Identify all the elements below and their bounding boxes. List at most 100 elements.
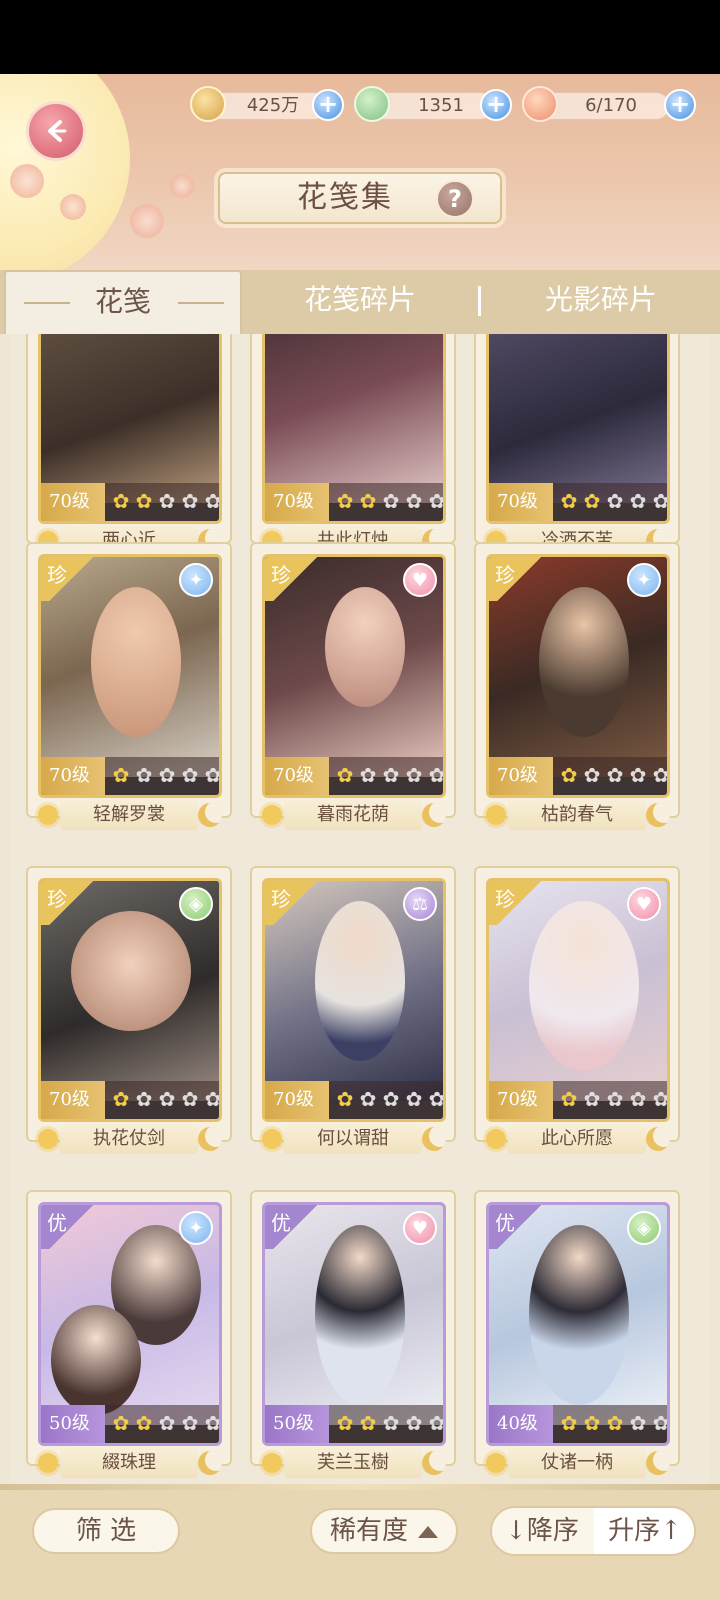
card-tile[interactable]: 珍 ✦ 70级 ✿ ✿ ✿ ✿ ✿ 轻解罗裳	[26, 542, 232, 830]
star-icon: ✿	[336, 763, 354, 787]
star-icon: ✿	[135, 489, 153, 513]
heart-attribute-icon: ♥	[403, 563, 437, 597]
descending-button[interactable]: ↓降序	[492, 1508, 592, 1554]
star-rating: ✿ ✿ ✿ ✿ ✿	[335, 763, 443, 787]
jade-icon	[354, 86, 390, 122]
card-tile[interactable]: 优 ♥ 50级 ✿ ✿ ✿ ✿ ✿ 芙兰玉樹	[250, 1190, 456, 1478]
star-icon: ✿	[204, 1411, 222, 1435]
star-icon: ✿	[158, 1087, 176, 1111]
card-name: 执花仗剑	[60, 1124, 198, 1154]
sun-icon	[38, 1453, 58, 1473]
title-banner: 花笺集 ?	[218, 172, 502, 224]
card-level: 70级	[265, 1081, 329, 1119]
card-tile[interactable]: 珍 ♥ 70级 ✿ ✿ ✿ ✿ ✿ 此心所愿	[474, 866, 680, 1154]
star-icon: ✿	[181, 763, 199, 787]
blossom-decoration	[130, 204, 164, 238]
card-level: 70级	[489, 483, 553, 521]
star-icon: ✿	[112, 1087, 130, 1111]
rarity-label: 珍	[47, 887, 67, 911]
card-art-frame: 珍 ✦ 70级 ✿ ✿ ✿ ✿ ✿	[486, 554, 670, 798]
star-rating: ✿ ✿ ✿ ✿ ✿	[335, 1089, 443, 1111]
blossom-decoration	[60, 194, 86, 220]
star-rating: ✿ ✿ ✿ ✿ ✿	[559, 763, 667, 787]
star-icon: ✿	[405, 489, 423, 513]
star-icon: ✿	[583, 489, 601, 513]
star-icon: ✿	[158, 763, 176, 787]
bun-stamina-icon	[522, 86, 558, 122]
star-icon: ✿	[560, 1087, 578, 1111]
card-name: 此心所愿	[508, 1124, 646, 1154]
star-icon: ✿	[583, 763, 601, 787]
tab-flower-cards[interactable]: 花笺	[4, 270, 242, 334]
moon-icon	[422, 1451, 446, 1475]
tab-label: 花笺	[94, 285, 151, 318]
star-icon: ✿	[606, 763, 624, 787]
tab-light-fragments[interactable]: 光影碎片	[482, 270, 720, 334]
add-jade-button[interactable]: +	[480, 89, 512, 121]
water-attribute-icon: ✦	[627, 563, 661, 597]
star-icon: ✿	[112, 763, 130, 787]
card-name: 仗诸一柄	[508, 1448, 646, 1478]
tab-card-fragments[interactable]: 花笺碎片	[244, 270, 476, 334]
add-stamina-button[interactable]: +	[664, 89, 696, 121]
sun-icon	[262, 1129, 282, 1149]
card-tile[interactable]: 70级 ✿ ✿ ✿ ✿ ✿ 两心近	[26, 334, 232, 556]
moon-icon	[646, 1451, 670, 1475]
moon-icon	[646, 1127, 670, 1151]
star-icon: ✿	[382, 1411, 400, 1435]
triangle-up-icon	[418, 1526, 438, 1538]
ascending-button[interactable]: 升序↑	[594, 1508, 694, 1554]
star-icon: ✿	[359, 1411, 377, 1435]
star-icon: ✿	[135, 763, 153, 787]
sun-icon	[262, 1453, 282, 1473]
star-icon: ✿	[405, 763, 423, 787]
card-tile[interactable]: 珍 ⚖ 70级 ✿ ✿ ✿ ✿ ✿ 何以谓甜	[250, 866, 456, 1154]
rarity-label: 珍	[271, 563, 291, 587]
card-tile[interactable]: 优 ◈ 40级 ✿ ✿ ✿ ✿ ✿ 仗诸一柄	[474, 1190, 680, 1478]
star-icon: ✿	[336, 1411, 354, 1435]
card-name: 何以谓甜	[284, 1124, 422, 1154]
filter-button[interactable]: 筛 选	[32, 1508, 180, 1554]
rarity-label: 优	[47, 1211, 67, 1235]
moon-icon	[198, 1451, 222, 1475]
sun-icon	[486, 1129, 506, 1149]
card-level: 70级	[41, 483, 105, 521]
star-icon: ✿	[181, 489, 199, 513]
star-icon: ✿	[336, 489, 354, 513]
card-art-frame: 珍 ◈ 70级 ✿ ✿ ✿ ✿ ✿	[38, 878, 222, 1122]
star-icon: ✿	[204, 489, 222, 513]
card-tile[interactable]: 珍 ♥ 70级 ✿ ✿ ✿ ✿ ✿ 暮雨花荫	[250, 542, 456, 830]
add-coins-button[interactable]: +	[312, 89, 344, 121]
star-icon: ✿	[405, 1411, 423, 1435]
card-level: 50级	[265, 1405, 329, 1443]
page-title: 花笺集	[297, 180, 393, 215]
sort-order-toggle: ↓降序 升序↑	[490, 1506, 696, 1556]
back-button[interactable]	[26, 101, 86, 161]
star-icon: ✿	[382, 763, 400, 787]
rarity-label: 优	[271, 1211, 291, 1235]
star-icon: ✿	[606, 489, 624, 513]
rarity-label: 珍	[47, 563, 67, 587]
card-tile[interactable]: 70级 ✿ ✿ ✿ ✿ ✿ 共此灯烛	[250, 334, 456, 556]
star-rating: ✿ ✿ ✿ ✿ ✿	[111, 1087, 219, 1111]
star-icon: ✿	[583, 1411, 601, 1435]
sun-icon	[486, 1453, 506, 1473]
card-name: 轻解罗裳	[60, 800, 198, 830]
back-arrow-icon	[48, 120, 67, 142]
moon-icon	[198, 803, 222, 827]
help-button[interactable]: ?	[436, 180, 474, 218]
rarity-sort-button[interactable]: 稀有度	[310, 1508, 458, 1554]
tab-bar: 花笺 花笺碎片 光影碎片	[0, 270, 720, 334]
tab-ornament	[178, 302, 224, 304]
card-art	[41, 334, 219, 503]
card-level: 40级	[489, 1405, 553, 1443]
star-rating: ✿ ✿ ✿ ✿ ✿	[111, 1411, 222, 1435]
card-tile[interactable]: 珍 ◈ 70级 ✿ ✿ ✿ ✿ ✿ 执花仗剑	[26, 866, 232, 1154]
card-level: 70级	[265, 483, 329, 521]
star-icon: ✿	[652, 1087, 670, 1111]
card-tile[interactable]: 珍 ✦ 70级 ✿ ✿ ✿ ✿ ✿ 枯韵春气	[474, 542, 680, 830]
water-attribute-icon: ✦	[179, 563, 213, 597]
card-tile[interactable]: 70级 ✿ ✿ ✿ ✿ ✿ 冷酒不苦	[474, 334, 680, 556]
card-tile[interactable]: 优 ✦ 50级 ✿ ✿ ✿ ✿ ✿ 綴珠理	[26, 1190, 232, 1478]
sun-icon	[38, 1129, 58, 1149]
